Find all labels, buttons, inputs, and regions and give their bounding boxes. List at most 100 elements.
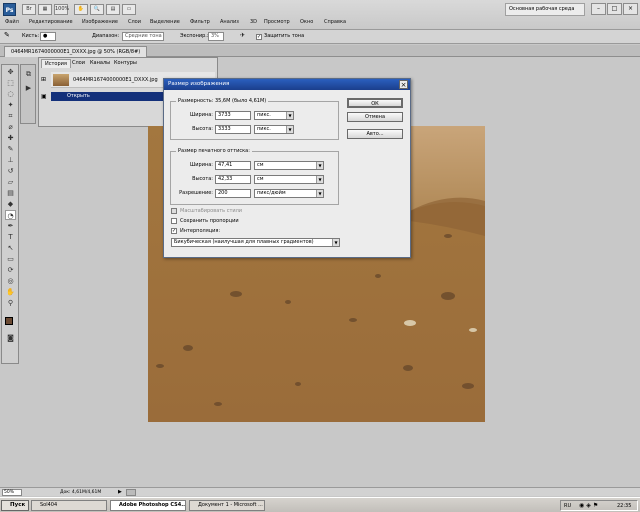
foreground-color-swatch[interactable] bbox=[5, 317, 13, 325]
history-brush-source-icon[interactable]: ⊞ bbox=[41, 76, 46, 83]
healing-brush-icon[interactable]: ✚ bbox=[5, 133, 16, 143]
lasso-tool-icon[interactable]: ◌ bbox=[5, 89, 16, 99]
protect-tones-checkbox[interactable]: ✓ bbox=[256, 34, 262, 40]
magic-wand-icon[interactable]: ✦ bbox=[5, 100, 16, 110]
language-indicator[interactable]: RU bbox=[564, 503, 571, 509]
options-bar: ✎ Кисть: ● Диапазон: Средние тона Экспон… bbox=[0, 30, 640, 44]
view-extras-button[interactable]: ▦ bbox=[38, 4, 52, 15]
scale-styles-checkbox[interactable] bbox=[171, 208, 177, 214]
gradient-tool-icon[interactable]: ▤ bbox=[5, 188, 16, 198]
resolution-unit-select[interactable]: пикс/дюйм ▼ bbox=[254, 189, 324, 198]
menu-select[interactable]: Выделение bbox=[150, 19, 180, 25]
path-selection-icon[interactable]: ↖ bbox=[5, 243, 16, 253]
dodge-tool-icon[interactable]: ✎ bbox=[4, 31, 10, 39]
3d-rotate-icon[interactable]: ⟳ bbox=[5, 265, 16, 275]
menu-view[interactable]: Просмотр bbox=[264, 19, 290, 25]
print-width-input[interactable]: 47,41 bbox=[215, 161, 251, 170]
menu-edit[interactable]: Редактирование bbox=[29, 19, 73, 25]
eraser-tool-icon[interactable]: ▱ bbox=[5, 177, 16, 187]
history-panel-icon[interactable]: ⧉ bbox=[23, 69, 34, 79]
3d-orbit-icon[interactable]: ◎ bbox=[5, 276, 16, 286]
cancel-button[interactable]: Отмена bbox=[347, 112, 403, 122]
exposure-input[interactable]: 3% bbox=[208, 32, 224, 41]
dodge-tool-icon[interactable]: ◔ bbox=[5, 210, 16, 220]
zoom-tool-icon[interactable]: ⚲ bbox=[5, 298, 16, 308]
zoom-tool-button[interactable]: 🔍 bbox=[90, 4, 104, 15]
width-px-unit-select[interactable]: пикс. ▼ bbox=[254, 111, 294, 120]
airbrush-icon[interactable]: ✈ bbox=[240, 32, 245, 39]
quick-mask-icon[interactable]: ◙ bbox=[5, 333, 16, 343]
menu-filter[interactable]: Фильтр bbox=[190, 19, 210, 25]
tab-layers[interactable]: Слои bbox=[69, 59, 88, 67]
brush-picker[interactable]: ● bbox=[40, 32, 56, 41]
constrain-proportions-checkbox[interactable] bbox=[171, 218, 177, 224]
tab-paths[interactable]: Контуры bbox=[111, 59, 140, 67]
blur-tool-icon[interactable]: ◆ bbox=[5, 199, 16, 209]
screen-mode-button[interactable]: ▭ bbox=[122, 4, 136, 15]
height-px-unit-select[interactable]: пикс. ▼ bbox=[254, 125, 294, 134]
chevron-down-icon: ▼ bbox=[316, 176, 323, 183]
ok-button[interactable]: ОК bbox=[347, 98, 403, 108]
brush-tool-icon[interactable]: ✎ bbox=[5, 144, 16, 154]
tab-history[interactable]: История bbox=[41, 59, 71, 68]
range-dropdown[interactable]: Средние тона bbox=[122, 32, 164, 41]
menu-help[interactable]: Справка bbox=[324, 19, 346, 25]
shape-tool-icon[interactable]: ▭ bbox=[5, 254, 16, 264]
menu-file[interactable]: Файл bbox=[5, 19, 19, 25]
actions-panel-icon[interactable]: ▶ bbox=[23, 83, 34, 93]
print-width-unit-select[interactable]: см ▼ bbox=[254, 161, 324, 170]
document-tab[interactable]: 0464MR1674000000E1_DXXX.jpg @ 50% (RGB/8… bbox=[4, 46, 148, 57]
tab-channels[interactable]: Каналы bbox=[87, 59, 113, 67]
height-px-input[interactable]: 3333 bbox=[215, 125, 251, 134]
menu-3d[interactable]: 3D bbox=[250, 19, 257, 25]
resolution-label: Разрешение: bbox=[179, 190, 213, 196]
hand-tool-button[interactable]: ✋ bbox=[74, 4, 88, 15]
minimize-button[interactable]: – bbox=[591, 3, 606, 15]
menu-window[interactable]: Окно bbox=[300, 19, 313, 25]
status-menu-arrow-icon[interactable]: ▶ bbox=[118, 489, 122, 495]
resample-method-select[interactable]: Бикубическая (наилучшая для плавных град… bbox=[171, 238, 340, 247]
chevron-down-icon: ▼ bbox=[316, 162, 323, 169]
resample-checkbox[interactable]: ✓ bbox=[171, 228, 177, 234]
system-tray: RU ◉◈⚑ 22:35 bbox=[560, 500, 638, 511]
start-button[interactable]: Пуск bbox=[1, 500, 29, 511]
zoom-level-dropdown[interactable]: 100% bbox=[54, 4, 69, 15]
print-size-label: Размер печатного оттиска: bbox=[176, 148, 252, 154]
resample-label: Интерполяция: bbox=[180, 228, 221, 234]
move-tool-icon[interactable]: ✥ bbox=[5, 67, 16, 77]
bridge-button[interactable]: Br bbox=[22, 4, 36, 15]
dialog-close-icon[interactable]: × bbox=[399, 80, 408, 89]
print-height-input[interactable]: 42,33 bbox=[215, 175, 251, 184]
arrange-documents-button[interactable]: ▤ bbox=[106, 4, 120, 15]
eyedropper-icon[interactable]: ⌀ bbox=[5, 122, 16, 132]
maximize-button[interactable]: □ bbox=[607, 3, 622, 15]
close-button[interactable]: × bbox=[623, 3, 638, 15]
clone-stamp-icon[interactable]: ⊥ bbox=[5, 155, 16, 165]
task-sol404[interactable]: Sol404 bbox=[31, 500, 107, 511]
print-width-label: Ширина: bbox=[189, 162, 213, 168]
chevron-down-icon: ▼ bbox=[332, 239, 339, 246]
menu-analysis[interactable]: Анализ bbox=[220, 19, 239, 25]
workspace-dropdown[interactable]: Основная рабочая среда bbox=[505, 3, 585, 16]
crop-tool-icon[interactable]: ⌗ bbox=[5, 111, 16, 121]
marquee-tool-icon[interactable]: ⬚ bbox=[5, 78, 16, 88]
task-photoshop[interactable]: Adobe Photoshop CS4... bbox=[110, 500, 186, 511]
dialog-title-bar[interactable]: Размер изображения bbox=[164, 79, 410, 90]
tray-icons[interactable]: ◉◈⚑ bbox=[579, 502, 600, 509]
history-brush-icon[interactable]: ↺ bbox=[5, 166, 16, 176]
width-px-input[interactable]: 3733 bbox=[215, 111, 251, 120]
menu-image[interactable]: Изображение bbox=[82, 19, 118, 25]
hand-tool-icon[interactable]: ✋ bbox=[5, 287, 16, 297]
menu-layers[interactable]: Слои bbox=[128, 19, 141, 25]
print-height-unit-select[interactable]: см ▼ bbox=[254, 175, 324, 184]
exposure-label: Экспонир.: bbox=[180, 33, 209, 39]
zoom-field[interactable]: 50% bbox=[2, 489, 22, 496]
resolution-input[interactable]: 200 bbox=[215, 189, 251, 198]
horizontal-scrollbar[interactable] bbox=[126, 489, 136, 496]
type-tool-icon[interactable]: T bbox=[5, 232, 16, 242]
auto-button[interactable]: Авто... bbox=[347, 129, 403, 139]
task-word-document[interactable]: Документ 1 - Microsoft ... bbox=[189, 500, 265, 511]
protect-tones-label: Защитить тона bbox=[264, 33, 305, 39]
pen-tool-icon[interactable]: ✒ bbox=[5, 221, 16, 231]
snapshot-thumbnail bbox=[53, 74, 69, 86]
